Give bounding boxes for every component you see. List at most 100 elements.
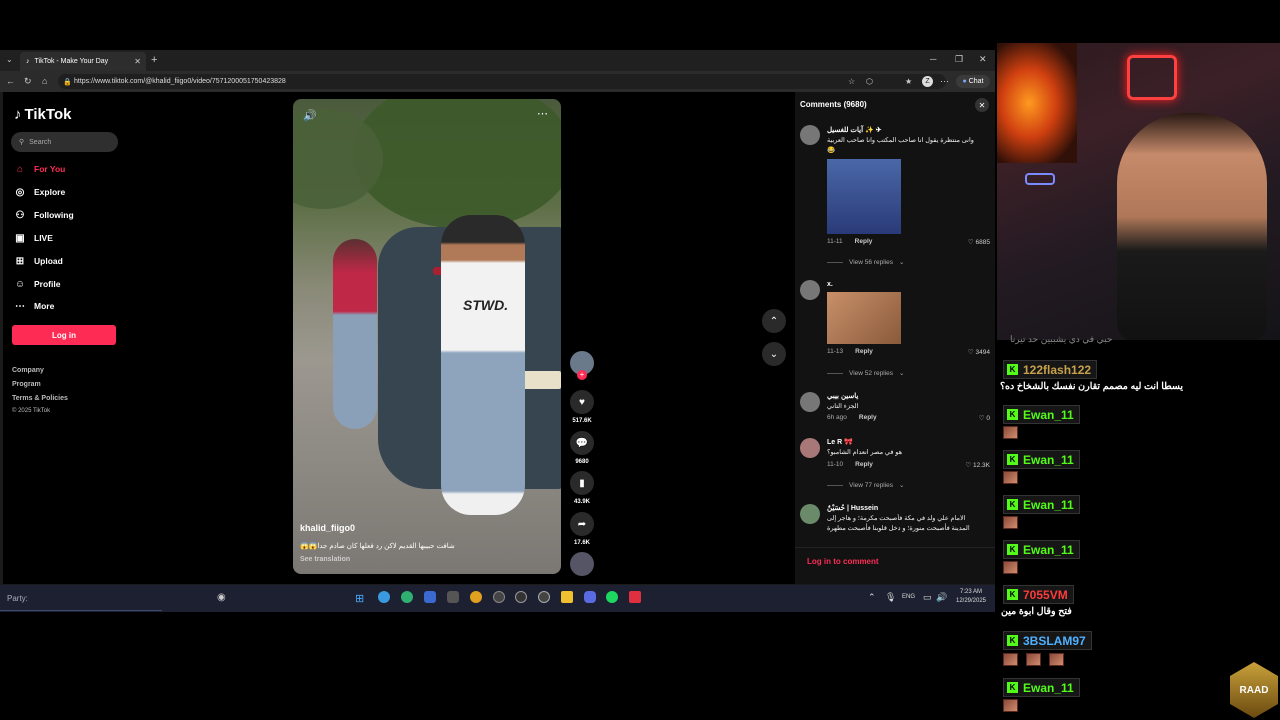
restore-icon[interactable]: ❐ (955, 54, 963, 65)
nav-live[interactable]: ▣ LIVE (14, 231, 53, 245)
follow-plus-icon[interactable]: + (577, 370, 587, 380)
comment-user[interactable]: آيات للغسيل ✨ ✈ (827, 126, 882, 134)
bookmark-icon[interactable]: ▮ (570, 471, 594, 495)
like-action[interactable]: ♥ 517.6K (569, 390, 595, 424)
footer-program[interactable]: Program (12, 381, 41, 388)
avatar[interactable] (800, 392, 820, 412)
favorite-icon[interactable]: ☆ (848, 76, 855, 87)
sound-disc[interactable] (569, 552, 595, 576)
comment-like[interactable]: ♡ 6885 (968, 238, 990, 246)
chat-username[interactable]: K Ewan_11 (1003, 540, 1080, 559)
network-icon[interactable]: ▭ (923, 592, 932, 603)
chat-username[interactable]: K Ewan_11 (1003, 405, 1080, 424)
tray-chevron-icon[interactable]: ⌃ (868, 592, 876, 603)
clock[interactable]: 7:23 AM 12/29/2025 (952, 588, 990, 606)
app-icon[interactable] (515, 591, 527, 603)
search-input[interactable]: ⚲ Search (11, 132, 118, 152)
reply-button[interactable]: Reply (855, 461, 873, 468)
video-author[interactable]: khalid_fiigo0 (300, 523, 355, 533)
app-icon[interactable] (629, 591, 641, 603)
comment-like[interactable]: ♡ 0 (979, 414, 990, 422)
view-replies[interactable]: View 52 replies ⌄ (827, 369, 904, 377)
chat-username[interactable]: K Ewan_11 (1003, 495, 1080, 514)
music-disc-icon[interactable] (570, 552, 594, 576)
nav-profile[interactable]: ☺ Profile (14, 277, 61, 291)
comment-user[interactable]: x. (827, 281, 833, 288)
avatar[interactable] (800, 125, 820, 145)
nav-for-you[interactable]: ⌂ For You (14, 162, 65, 176)
chat-username[interactable]: K Ewan_11 (1003, 678, 1080, 697)
tiktok-logo[interactable]: ♪ TikTok (14, 106, 71, 123)
app-icon[interactable] (401, 591, 413, 603)
nav-more[interactable]: ⋯ More (14, 299, 54, 313)
comment-image[interactable] (827, 159, 901, 234)
tab-list-icon[interactable]: ⌄ (6, 55, 13, 64)
comment-user[interactable]: Le R 🎀 (827, 438, 853, 446)
save-action[interactable]: ▮ 43.9K (569, 471, 595, 505)
new-tab-icon[interactable]: + (151, 54, 157, 66)
minimize-icon[interactable]: ─ (930, 54, 936, 64)
spotify-icon[interactable] (606, 591, 618, 603)
comment-like[interactable]: ♡ 3494 (968, 348, 990, 356)
edge-icon[interactable] (378, 591, 390, 603)
windows-start-icon[interactable]: ⊞ (355, 592, 364, 605)
comment-user[interactable]: حُسَيْنٌ | Hussein (827, 504, 878, 512)
refresh-icon[interactable]: ↻ (24, 76, 32, 87)
chat-username[interactable]: K 122flash122 (1003, 360, 1098, 379)
volume-icon[interactable]: 🔊 (303, 109, 317, 122)
back-icon[interactable]: ← (6, 76, 15, 87)
avatar[interactable] (800, 504, 820, 524)
mail-icon[interactable] (424, 591, 436, 603)
comment-user[interactable]: ياسين بيبي (827, 392, 858, 400)
chat-username[interactable]: K 3BSLAM97 (1003, 631, 1092, 650)
comment-icon[interactable]: 💬 (570, 431, 594, 455)
chat-username[interactable]: K 7055VM (1003, 585, 1074, 604)
comment-like[interactable]: ♡ 12.3K (965, 461, 990, 469)
nav-upload[interactable]: ⊞ Upload (14, 254, 63, 268)
heart-icon[interactable]: ♥ (570, 390, 594, 414)
microphone-icon[interactable]: 🎙 (885, 592, 896, 603)
video-player[interactable]: STWD. 🔊 ⋯ khalid_fiigo0 شافت حبيبها القد… (293, 99, 561, 574)
reply-button[interactable]: Reply (859, 414, 877, 421)
app-icon[interactable] (447, 591, 459, 603)
collections-icon[interactable]: ★ (905, 76, 912, 87)
avatar[interactable] (800, 438, 820, 458)
login-button[interactable]: Log in (12, 325, 116, 345)
video-options-icon[interactable]: ⋯ (537, 107, 548, 120)
footer-terms[interactable]: Terms & Policies (12, 395, 68, 402)
tab-tiktok[interactable]: ♪ TikTok - Make Your Day ✕ (20, 52, 146, 71)
comment-action[interactable]: 💬 9680 (569, 431, 595, 465)
close-tab-icon[interactable]: ✕ (134, 57, 141, 66)
url-input[interactable]: 🔒 https://www.tiktok.com/@khalid_fiigo0/… (58, 74, 946, 89)
folder-icon[interactable] (561, 591, 573, 603)
volume-icon[interactable]: 🔊 (936, 592, 947, 603)
previous-video-button[interactable]: ⌃ (762, 309, 786, 333)
copilot-chat-button[interactable]: ● Chat (956, 75, 990, 88)
nav-explore[interactable]: ◎ Explore (14, 185, 66, 199)
login-to-comment[interactable]: Log in to comment (795, 547, 995, 577)
obs-icon[interactable]: ◉ (217, 592, 226, 603)
chat-username[interactable]: K Ewan_11 (1003, 450, 1080, 469)
chrome-icon[interactable] (470, 591, 482, 603)
share-action[interactable]: ➦ 17.6K (569, 512, 595, 546)
next-video-button[interactable]: ⌄ (762, 342, 786, 366)
share-icon[interactable]: ➦ (570, 512, 594, 536)
language-indicator[interactable]: ENG (902, 594, 915, 600)
extensions-icon[interactable]: ⬡ (866, 76, 873, 87)
menu-icon[interactable]: ⋯ (940, 76, 949, 87)
nav-following[interactable]: ⚇ Following (14, 208, 74, 222)
close-window-icon[interactable]: ✕ (979, 54, 987, 65)
reply-button[interactable]: Reply (855, 348, 873, 355)
profile-avatar[interactable]: Z (922, 76, 933, 87)
app-icon[interactable] (538, 591, 550, 603)
see-translation[interactable]: See translation (300, 556, 350, 563)
app-icon[interactable] (493, 591, 505, 603)
discord-icon[interactable] (584, 591, 596, 603)
reply-button[interactable]: Reply (855, 238, 873, 245)
view-replies[interactable]: View 56 replies ⌄ (827, 258, 904, 266)
comment-image[interactable] (827, 292, 901, 344)
view-replies[interactable]: View 77 replies ⌄ (827, 481, 904, 489)
home-icon[interactable]: ⌂ (42, 76, 47, 87)
author-avatar-action[interactable]: + (569, 351, 595, 380)
avatar[interactable] (800, 280, 820, 300)
